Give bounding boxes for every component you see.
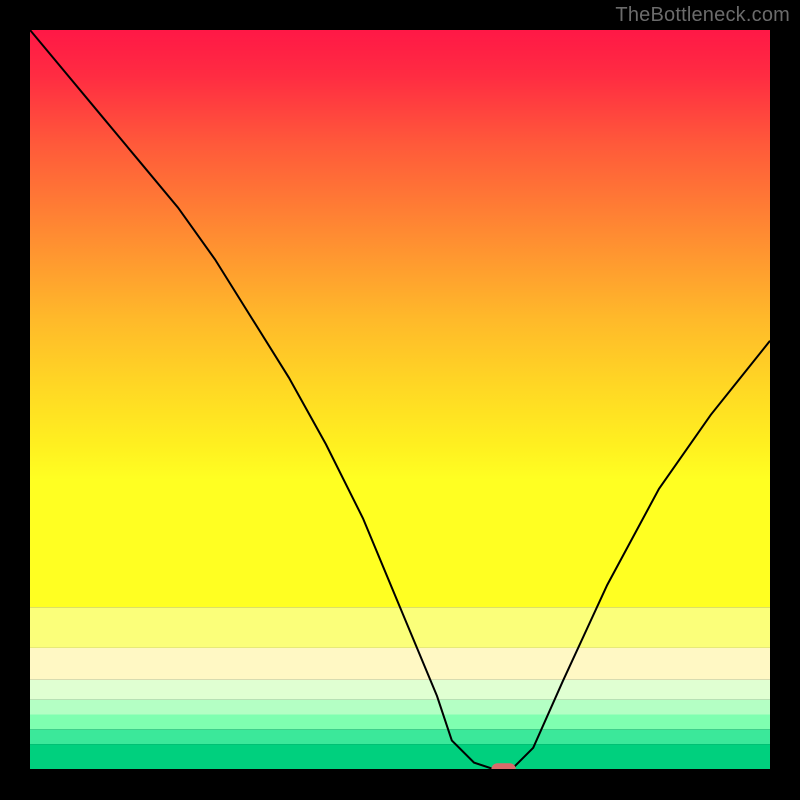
threshold-bands (30, 607, 770, 770)
watermark-text: TheBottleneck.com (615, 4, 790, 27)
target-marker (491, 763, 515, 770)
chart-stage: TheBottleneck.com (0, 0, 800, 800)
gradient-background (30, 30, 770, 607)
bottleneck-chart (30, 30, 770, 770)
